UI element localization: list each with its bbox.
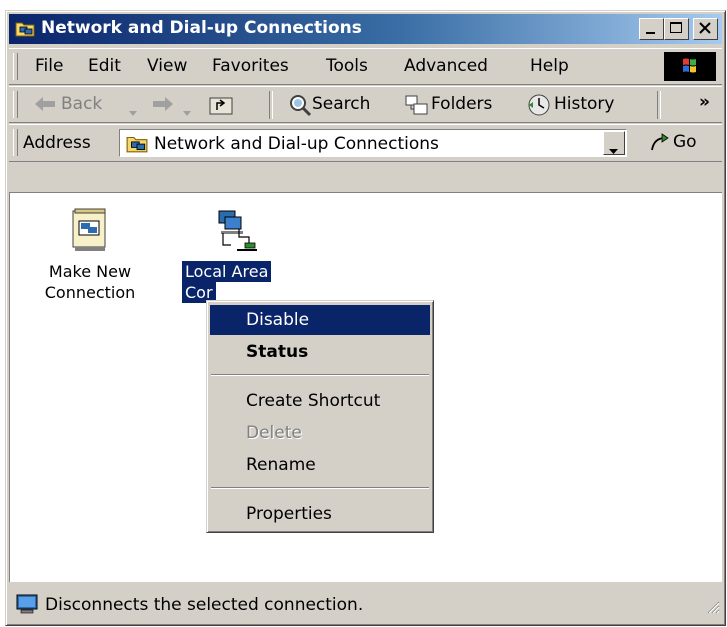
forward-button[interactable] [149, 92, 199, 118]
menu-edit[interactable]: Edit [88, 56, 121, 76]
forward-dropdown-icon [183, 102, 192, 122]
back-arrow-icon [33, 95, 57, 118]
local-area-connection-item[interactable]: Local Area Cor [176, 207, 292, 303]
forward-arrow-icon [151, 95, 175, 118]
menu-bar: File Edit View Favorites Tools Advanced … [9, 48, 722, 85]
address-label: Address [23, 133, 91, 153]
menu-separator [211, 374, 429, 376]
menu-item-status[interactable]: Status [210, 337, 430, 367]
address-grip[interactable] [13, 129, 18, 156]
toolbar-separator-2 [657, 91, 661, 119]
back-button[interactable]: Back [31, 92, 143, 118]
up-folder-icon [208, 94, 234, 121]
folder-network-icon [126, 133, 148, 158]
menu-help[interactable]: Help [530, 56, 569, 76]
windows-logo-icon [664, 52, 716, 81]
standard-toolbar: Back Search Folders History » [9, 86, 722, 123]
menu-item-create-shortcut[interactable]: Create Shortcut [210, 386, 430, 416]
folders-icon [404, 94, 430, 121]
status-bar: Disconnects the selected connection. [9, 588, 722, 621]
search-icon [287, 93, 313, 122]
menu-advanced[interactable]: Advanced [404, 56, 488, 76]
local-area-label-line1: Local Area [182, 261, 272, 282]
menu-item-rename[interactable]: Rename [210, 450, 430, 480]
up-folder-button[interactable] [206, 92, 236, 118]
toolbar-separator [269, 91, 273, 119]
title-bar[interactable]: Network and Dial-up Connections [9, 14, 722, 44]
go-arrow-icon [649, 132, 671, 159]
folder-network-icon [15, 19, 35, 37]
menu-view[interactable]: View [147, 56, 187, 76]
menu-favorites[interactable]: Favorites [212, 56, 289, 76]
menu-grip[interactable] [13, 53, 18, 80]
menu-file[interactable]: File [35, 56, 63, 76]
status-text: Disconnects the selected connection. [45, 595, 364, 615]
menu-item-disable[interactable]: Disable [210, 305, 430, 335]
menu-tools[interactable]: Tools [326, 56, 368, 76]
make-new-label-line1: Make New [48, 262, 132, 281]
menu-item-delete[interactable]: Delete [210, 418, 430, 448]
back-label: Back [61, 94, 103, 114]
make-new-connection-item[interactable]: Make New Connection [34, 207, 146, 303]
folders-label: Folders [431, 94, 493, 114]
network-connection-icon [209, 207, 259, 255]
history-icon [527, 93, 553, 122]
history-button[interactable]: History [527, 92, 633, 118]
address-value: Network and Dial-up Connections [154, 134, 439, 154]
address-input[interactable]: Network and Dial-up Connections [119, 129, 627, 157]
history-label: History [554, 94, 615, 114]
search-label: Search [312, 94, 371, 114]
go-label: Go [673, 132, 697, 152]
chevron-down-icon [609, 140, 619, 160]
menu-item-properties[interactable]: Properties [210, 499, 430, 529]
menu-separator-2 [211, 487, 429, 489]
address-bar: Address Network and Dial-up Connections … [9, 124, 722, 162]
context-menu: Disable Status Create Shortcut Delete Re… [206, 300, 434, 533]
toolbar-grip[interactable] [13, 91, 18, 118]
folders-button[interactable]: Folders [404, 92, 514, 118]
monitor-icon [15, 593, 39, 620]
make-new-connection-icon [70, 207, 110, 255]
search-button[interactable]: Search [287, 92, 389, 118]
close-button[interactable] [693, 18, 718, 40]
address-dropdown-button[interactable] [603, 131, 625, 155]
make-new-label-line2: Connection [44, 283, 136, 302]
window-title: Network and Dial-up Connections [41, 18, 362, 38]
resize-grip-icon[interactable] [706, 599, 720, 619]
minimize-button[interactable] [639, 18, 664, 40]
maximize-button[interactable] [664, 18, 689, 40]
back-dropdown-icon [129, 102, 138, 122]
toolbar-chevron-button[interactable]: » [699, 92, 710, 118]
